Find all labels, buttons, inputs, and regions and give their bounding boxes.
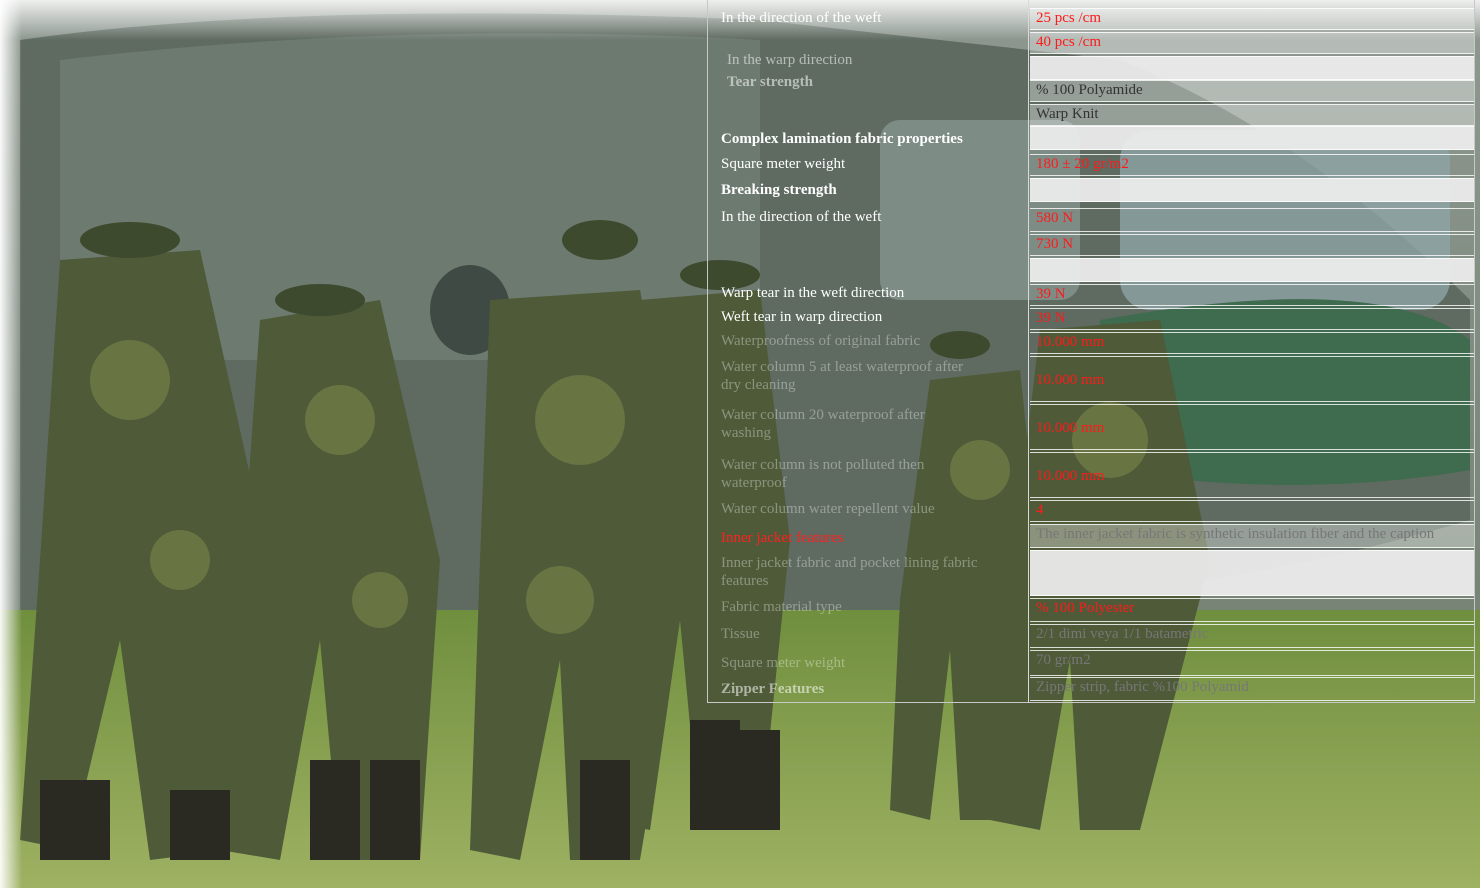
row-value: 180 ± 20 gr/m2 bbox=[1030, 154, 1474, 176]
row-value: 10.000 mm bbox=[1030, 404, 1474, 450]
row-value: 10.000 mm bbox=[1030, 452, 1474, 498]
table-row: Water column 20 waterproof after washing… bbox=[708, 402, 1474, 450]
row-label: Inner jacket fabric and pocket lining fa… bbox=[721, 555, 978, 589]
row-value: 39 N bbox=[1030, 284, 1474, 306]
row-label: In the warp direction bbox=[727, 52, 853, 68]
row-label: Fabric material type bbox=[721, 599, 842, 615]
row-label: Water column water repellent value bbox=[721, 501, 935, 517]
row-label: In the direction of the weft bbox=[721, 10, 882, 26]
row-value: Zipper strip, fabric %100 Polyamid bbox=[1030, 677, 1474, 701]
table-row: Weft tear in warp direction 39 N bbox=[708, 306, 1474, 330]
row-value: 2/1 dimi veya 1/1 batametric bbox=[1030, 624, 1474, 648]
row-value: Warp Knit bbox=[1030, 104, 1474, 126]
table-row bbox=[708, 256, 1474, 282]
table-row: Warp tear in the weft direction 39 N bbox=[708, 282, 1474, 306]
row-label: Waterproofness of original fabric bbox=[721, 333, 921, 349]
row-value: 580 N bbox=[1030, 208, 1474, 232]
row-value: 70 gr/m2 bbox=[1030, 650, 1474, 676]
row-value bbox=[1030, 126, 1474, 150]
row-label: Complex lamination fabric properties bbox=[721, 131, 963, 147]
row-value: 39 N bbox=[1030, 308, 1474, 330]
table-row: Inner jacket features The inner jacket f… bbox=[708, 522, 1474, 548]
row-label: In the direction of the weft bbox=[721, 209, 882, 225]
row-value bbox=[1030, 550, 1474, 596]
table-row: Breaking strength bbox=[708, 176, 1474, 202]
spec-page: In the direction of the weft 25 pcs /cm … bbox=[0, 0, 1480, 888]
row-value bbox=[1030, 56, 1474, 80]
row-value: 40 pcs /cm bbox=[1030, 32, 1474, 54]
table-row: Fabric material type % 100 Polyester bbox=[708, 596, 1474, 622]
table-row: In the direction of the weft 25 pcs /cm bbox=[708, 0, 1474, 30]
table-row: Tissue 2/1 dimi veya 1/1 batametric bbox=[708, 622, 1474, 648]
table-row: Water column 5 at least waterproof after… bbox=[708, 354, 1474, 402]
row-label: Tear strength bbox=[727, 74, 813, 90]
row-value bbox=[1030, 258, 1474, 282]
table-row: Tear strength % 100 Polyamide bbox=[708, 74, 1474, 102]
row-value: % 100 Polyamide bbox=[1030, 80, 1474, 102]
table-row: 730 N bbox=[708, 232, 1474, 256]
table-row: Water column water repellent value 4 bbox=[708, 498, 1474, 522]
table-row: Waterproofness of original fabric 10.000… bbox=[708, 330, 1474, 354]
table-row: Square meter weight 180 ± 20 gr/m2 bbox=[708, 152, 1474, 176]
row-value: 10.000 mm bbox=[1030, 332, 1474, 354]
row-label: Inner jacket features bbox=[721, 530, 844, 546]
row-value: % 100 Polyester bbox=[1030, 598, 1474, 622]
row-label: Water column 20 waterproof after washing bbox=[721, 407, 925, 441]
row-value: 4 bbox=[1030, 500, 1474, 522]
table-row: Square meter weight 70 gr/m2 bbox=[708, 648, 1474, 676]
left-fade bbox=[0, 0, 22, 888]
row-label: Square meter weight bbox=[721, 156, 846, 172]
row-value bbox=[1030, 178, 1474, 202]
row-value: 10.000 mm bbox=[1030, 356, 1474, 402]
row-label: Tissue bbox=[721, 626, 760, 642]
row-value: The inner jacket fabric is synthetic ins… bbox=[1030, 524, 1474, 548]
table-row: Inner jacket fabric and pocket lining fa… bbox=[708, 548, 1474, 596]
row-label: Square meter weight bbox=[721, 655, 846, 671]
row-label: Breaking strength bbox=[721, 182, 837, 198]
table-row: Warp Knit bbox=[708, 102, 1474, 126]
table-row: Water column is not polluted then waterp… bbox=[708, 450, 1474, 498]
table-row: In the direction of the weft 580 N bbox=[708, 204, 1474, 232]
row-value: 730 N bbox=[1030, 234, 1474, 256]
row-label: Weft tear in warp direction bbox=[721, 309, 883, 325]
row-label: Water column 5 at least waterproof after… bbox=[721, 359, 964, 393]
row-value: 25 pcs /cm bbox=[1030, 8, 1474, 30]
spec-table: In the direction of the weft 25 pcs /cm … bbox=[707, 0, 1475, 703]
row-label: Zipper Features bbox=[721, 681, 825, 697]
table-row: Zipper Features Zipper strip, fabric %10… bbox=[708, 676, 1474, 703]
row-label: Warp tear in the weft direction bbox=[721, 285, 905, 301]
row-label: Water column is not polluted then waterp… bbox=[721, 457, 925, 491]
table-row: Complex lamination fabric properties bbox=[708, 126, 1474, 152]
